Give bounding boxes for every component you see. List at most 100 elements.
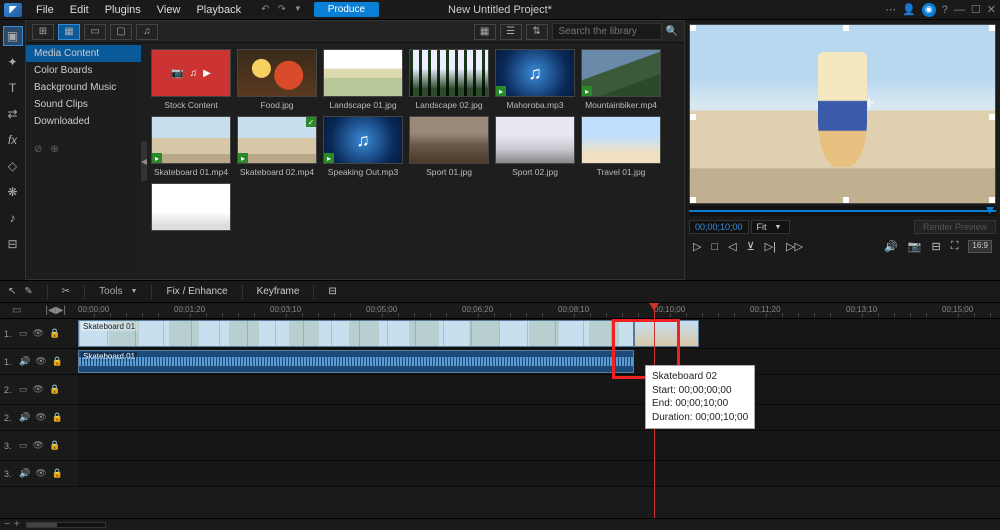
lock-icon[interactable]: 🔒 [52, 412, 63, 423]
fullscreen-icon[interactable]: ⛶ [951, 240, 959, 253]
subtitle-room-icon[interactable]: ⊟ [3, 234, 23, 254]
lock-icon[interactable]: 🔒 [49, 440, 60, 451]
prev-frame-icon[interactable]: ◁ [728, 240, 736, 253]
more-tools-icon[interactable]: ⊟ [328, 286, 336, 297]
visibility-icon[interactable]: 👁 [35, 356, 46, 367]
sidebar-item-background-music[interactable]: Background Music [26, 79, 141, 96]
track-header-audio-3[interactable]: 3. 🔊👁🔒 [0, 461, 78, 487]
cloud-icon[interactable]: ⋯ [885, 3, 896, 16]
tag-add-icon[interactable]: ⊕ [50, 144, 58, 155]
menu-view[interactable]: View [149, 4, 189, 16]
search-input[interactable] [552, 23, 662, 40]
media-thumb[interactable]: ▸✓Skateboard 02.mp4 [237, 116, 317, 177]
audio-room-icon[interactable]: ♪ [3, 208, 23, 228]
video-clip[interactable]: Skateboard 01 [78, 320, 634, 347]
visibility-icon[interactable]: 👁 [33, 328, 44, 339]
minimize-icon[interactable]: — [954, 4, 965, 16]
view-list-icon[interactable]: ☰ [500, 24, 522, 40]
sidebar-item-sound-clips[interactable]: Sound Clips [26, 96, 141, 113]
next-frame-icon[interactable]: ▷| [765, 240, 776, 253]
settings-icon[interactable]: ⊟ [932, 240, 941, 253]
timeline-scrollbar[interactable] [26, 522, 106, 528]
split-icon[interactable]: ✂ [62, 286, 70, 297]
overlay-room-icon[interactable]: ◇ [3, 156, 23, 176]
lock-icon[interactable]: 🔒 [52, 468, 63, 479]
stop-icon[interactable]: □ [711, 241, 718, 253]
sidebar-item-media-content[interactable]: Media Content [26, 45, 141, 62]
filter-media-icon[interactable]: ▦ [58, 24, 80, 40]
media-thumb[interactable]: Landscape 02.jpg [409, 49, 489, 110]
video-track-1[interactable]: Skateboard 01 [78, 319, 1000, 349]
collapse-sidebar-icon[interactable]: ◀ [141, 141, 147, 181]
view-large-icon[interactable]: ▦ [474, 24, 496, 40]
video-track-3[interactable] [78, 431, 1000, 461]
track-collapse-icon[interactable]: |◀▶| [45, 305, 66, 316]
mark-in-icon[interactable]: ⊻ [747, 240, 755, 253]
fix-enhance-button[interactable]: Fix / Enhance [166, 286, 227, 297]
audio-track-2[interactable] [78, 405, 1000, 431]
media-thumb[interactable]: ▸Skateboard 01.mp4 [151, 116, 231, 177]
sort-icon[interactable]: ⇅ [526, 24, 548, 40]
visibility-icon[interactable]: 👁 [35, 412, 46, 423]
lock-icon[interactable]: 🔒 [49, 328, 60, 339]
notification-badge[interactable]: ◉ [922, 3, 936, 17]
video-track-2[interactable] [78, 375, 1000, 405]
timecode-display[interactable]: 00;00;10;00 [689, 220, 749, 234]
media-thumb[interactable]: Food.jpg [237, 49, 317, 110]
render-preview-button[interactable]: Render Preview [914, 220, 996, 234]
effect-room-icon[interactable]: ✦ [3, 52, 23, 72]
filter-audio-icon[interactable]: ♫ [136, 24, 158, 40]
visibility-icon[interactable]: 👁 [33, 440, 44, 451]
menu-playback[interactable]: Playback [188, 4, 249, 16]
zoom-out-icon[interactable]: − [4, 519, 10, 530]
search-icon[interactable]: 🔍 [666, 26, 678, 37]
lock-icon[interactable]: 🔒 [52, 356, 63, 367]
help-icon[interactable]: ? [942, 4, 948, 16]
media-thumb[interactable]: Sport 02.jpg [495, 116, 575, 177]
track-header-video-2[interactable]: 2. ▭👁🔒 [0, 375, 78, 405]
track-header-video-3[interactable]: 3. ▭👁🔒 [0, 431, 78, 461]
menu-file[interactable]: File [28, 4, 62, 16]
media-thumb[interactable]: Landscape 01.jpg [323, 49, 403, 110]
media-thumb[interactable] [151, 183, 231, 234]
text-room-icon[interactable]: T [3, 78, 23, 98]
filter-image-icon[interactable]: ▢ [110, 24, 132, 40]
app-logo[interactable]: ◤ [4, 3, 22, 17]
sidebar-item-color-boards[interactable]: Color Boards [26, 62, 141, 79]
pen-tool-icon[interactable]: ✎ [24, 286, 32, 297]
sidebar-item-downloaded[interactable]: Downloaded [26, 113, 141, 130]
media-thumb[interactable]: Sport 01.jpg [409, 116, 489, 177]
track-header-audio-1[interactable]: 1. 🔊👁🔒 [0, 349, 78, 375]
media-thumb[interactable]: 📷♫▶Stock Content [151, 49, 231, 110]
zoom-fit-select[interactable]: Fit▼ [751, 220, 791, 234]
audio-clip[interactable]: Skateboard 01 [78, 350, 634, 373]
transition-room-icon[interactable]: ⇄ [3, 104, 23, 124]
keyframe-button[interactable]: Keyframe [257, 286, 300, 297]
play-icon[interactable]: ▷ [693, 240, 701, 253]
track-header-video-1[interactable]: 1. ▭👁🔒 [0, 319, 78, 349]
track-view-icon[interactable]: ▭ [12, 305, 21, 316]
media-thumb[interactable]: Travel 01.jpg [581, 116, 661, 177]
redo-icon[interactable]: ↷ [277, 4, 285, 15]
preview-scrubber[interactable] [689, 206, 996, 216]
fast-forward-icon[interactable]: ▷▷ [786, 240, 803, 253]
lock-icon[interactable]: 🔒 [49, 384, 60, 395]
tools-menu[interactable]: Tools [99, 286, 122, 297]
dropdown-icon[interactable]: ▼ [294, 4, 302, 15]
audio-track-3[interactable] [78, 461, 1000, 487]
track-header-audio-2[interactable]: 2. 🔊👁🔒 [0, 405, 78, 431]
maximize-icon[interactable]: ☐ [971, 3, 981, 16]
account-icon[interactable]: 👤 [902, 3, 916, 16]
selection-tool-icon[interactable]: ↖ [8, 286, 16, 297]
menu-plugins[interactable]: Plugins [97, 4, 149, 16]
visibility-icon[interactable]: 👁 [33, 384, 44, 395]
preview-viewport[interactable]: ✛ [689, 24, 996, 204]
import-icon[interactable]: ⊞ [32, 24, 54, 40]
particle-room-icon[interactable]: ❋ [3, 182, 23, 202]
aspect-badge[interactable]: 16:9 [968, 240, 992, 253]
snapshot-icon[interactable]: 📷 [908, 240, 922, 253]
chevron-down-icon[interactable]: ▼ [131, 288, 138, 295]
media-room-icon[interactable]: ▣ [3, 26, 23, 46]
audio-track-1[interactable]: Skateboard 01 [78, 349, 1000, 375]
media-thumb[interactable]: ▸Mountainbiker.mp4 [581, 49, 661, 110]
